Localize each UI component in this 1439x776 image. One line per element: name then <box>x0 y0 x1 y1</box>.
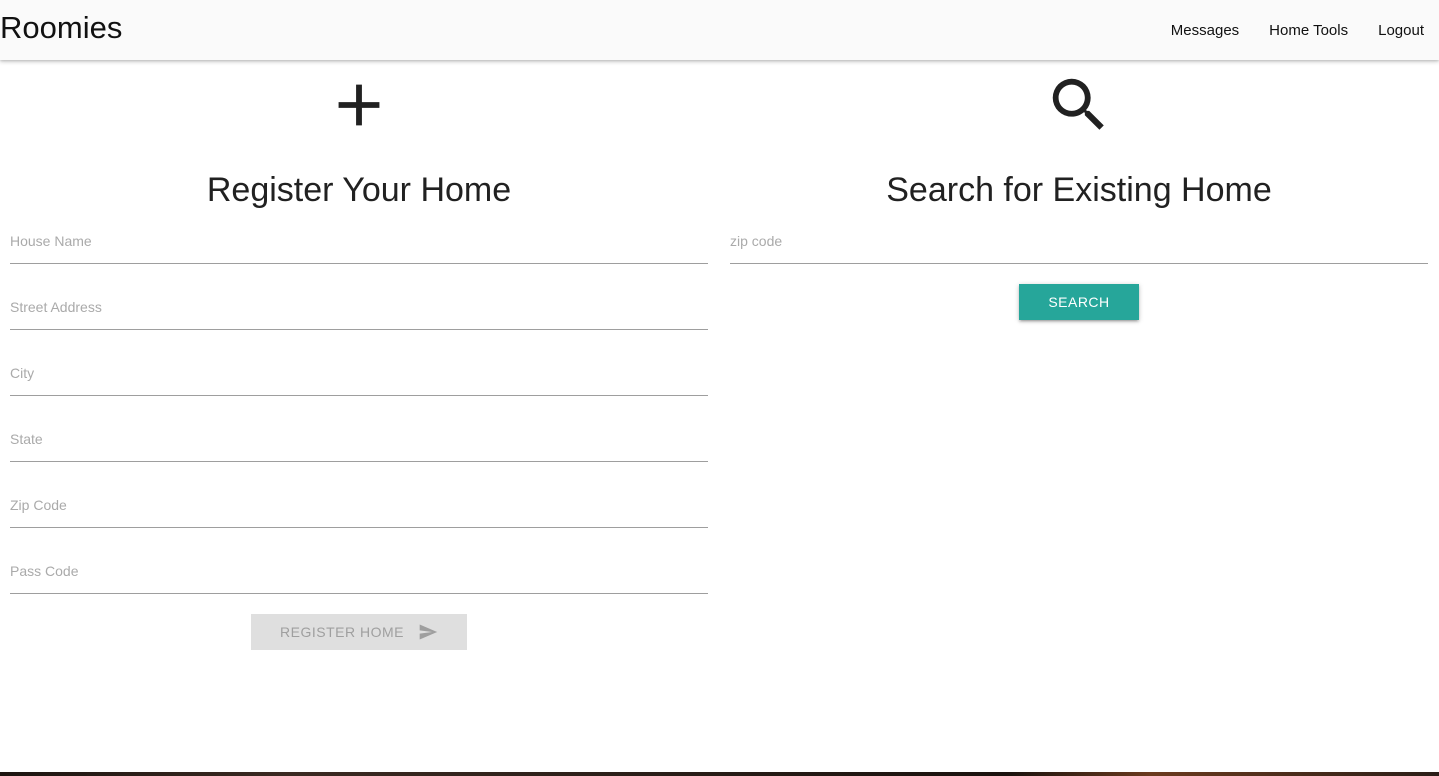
search-button[interactable]: SEARCH <box>1019 284 1139 320</box>
search-zip-input[interactable] <box>730 233 1428 249</box>
city-input[interactable] <box>10 365 708 381</box>
page: Roomies Messages Home Tools Logout Regis… <box>0 0 1439 772</box>
search-home-title: Search for Existing Home <box>886 171 1272 209</box>
nav-home-tools-link[interactable]: Home Tools <box>1269 22 1348 39</box>
search-home-section: Search for Existing Home SEARCH <box>730 60 1428 320</box>
search-icon <box>1052 78 1104 130</box>
nav-logout-link[interactable]: Logout <box>1378 22 1424 39</box>
register-home-title: Register Your Home <box>206 171 512 209</box>
search-form <box>730 224 1428 264</box>
pass-code-field <box>10 528 708 594</box>
zip-code-field <box>10 462 708 528</box>
nav-links: Messages Home Tools Logout <box>1141 0 1424 60</box>
street-address-field <box>10 264 708 330</box>
app-brand[interactable]: Roomies <box>0 10 122 46</box>
house-name-input[interactable] <box>10 233 708 249</box>
plus-icon <box>338 84 380 126</box>
register-button-row: REGISTER HOME <box>10 614 708 650</box>
send-icon <box>419 624 438 640</box>
street-address-input[interactable] <box>10 299 708 315</box>
nav-messages-link[interactable]: Messages <box>1171 22 1239 39</box>
state-field <box>10 396 708 462</box>
state-input[interactable] <box>10 431 708 447</box>
register-home-button-label: REGISTER HOME <box>280 624 404 640</box>
register-home-section: Register Your Home REGISTER HOME <box>10 60 708 650</box>
search-zip-field <box>730 224 1428 264</box>
city-field <box>10 330 708 396</box>
background-strip <box>0 772 1439 776</box>
house-name-field <box>10 224 708 264</box>
register-home-button[interactable]: REGISTER HOME <box>251 614 467 650</box>
search-button-row: SEARCH <box>730 284 1428 320</box>
register-form <box>10 224 708 594</box>
zip-code-input[interactable] <box>10 497 708 513</box>
pass-code-input[interactable] <box>10 563 708 579</box>
navbar: Roomies Messages Home Tools Logout <box>0 0 1439 60</box>
